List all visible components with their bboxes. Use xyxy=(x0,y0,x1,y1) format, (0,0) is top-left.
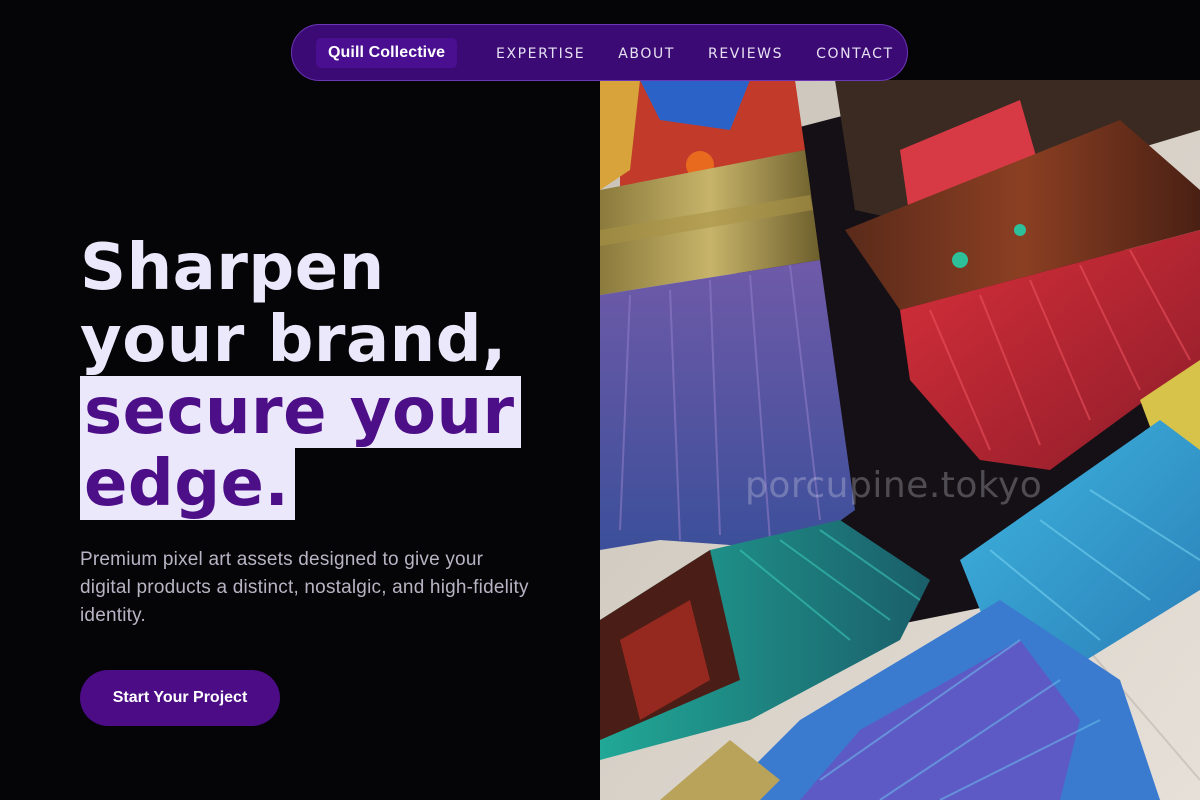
image-watermark: porcupine.tokyo xyxy=(745,465,1043,506)
hero-title: Sharpen your brand, secure your edge. xyxy=(80,232,521,520)
paint-brushes-illustration xyxy=(600,80,1200,800)
nav-link-reviews[interactable]: REVIEWS xyxy=(708,46,783,62)
nav-links: EXPERTISE ABOUT REVIEWS CONTACT xyxy=(496,25,894,82)
landing-page: Quill Collective EXPERTISE ABOUT REVIEWS… xyxy=(0,0,1200,800)
nav-link-expertise[interactable]: EXPERTISE xyxy=(496,46,585,62)
nav-link-about[interactable]: ABOUT xyxy=(618,46,675,62)
hero-title-line-3: secure your xyxy=(80,376,521,448)
start-project-button[interactable]: Start Your Project xyxy=(80,670,280,726)
hero-title-line-4: edge. xyxy=(80,448,521,520)
hero-title-highlight-1: secure your xyxy=(80,376,521,448)
nav-link-contact[interactable]: CONTACT xyxy=(816,46,894,62)
hero-title-highlight-2: edge. xyxy=(80,448,296,520)
hero-subtitle: Premium pixel art assets designed to giv… xyxy=(80,549,529,626)
top-navigation: Quill Collective EXPERTISE ABOUT REVIEWS… xyxy=(291,24,908,81)
hero-title-line-2: your brand, xyxy=(80,303,507,377)
paint-brushes-photo: porcupine.tokyo xyxy=(600,80,1200,800)
hero-title-line-1: Sharpen xyxy=(80,231,385,305)
brand-logo[interactable]: Quill Collective xyxy=(316,38,458,68)
